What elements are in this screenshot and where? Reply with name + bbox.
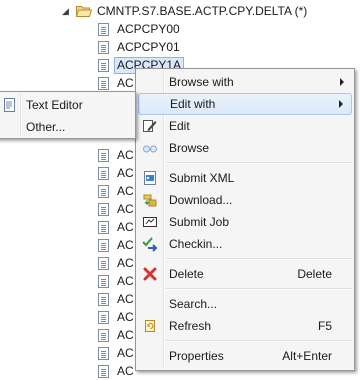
tree-item-label[interactable]: AC <box>117 292 134 306</box>
menu-item-label: Checkin... <box>169 237 223 251</box>
menu-item-label: Delete <box>169 267 204 281</box>
menu-separator <box>166 340 352 342</box>
tree-item[interactable]: ACPCPY00 <box>98 20 180 38</box>
menu-item-submit-xml[interactable]: Submit XML <box>138 167 352 189</box>
document-icon <box>98 148 109 162</box>
tree-item[interactable]: AC <box>98 362 134 380</box>
submit-job-icon <box>142 214 158 230</box>
context-menu: Browse with Edit with Edit Browse Submit… <box>135 68 355 371</box>
document-icon <box>98 292 109 306</box>
tree-item[interactable]: AC <box>98 344 134 362</box>
menu-item-label: Submit XML <box>169 171 235 185</box>
tree-item-label[interactable]: AC <box>117 346 134 360</box>
menu-item-label: Edit with <box>170 97 216 111</box>
tree-item-label[interactable]: AC <box>117 274 134 288</box>
menu-separator <box>166 288 352 290</box>
tree-item[interactable]: AC <box>98 290 134 308</box>
menu-item-label: Properties <box>169 349 224 363</box>
menu-item-browse-with[interactable]: Browse with <box>138 71 352 93</box>
document-icon <box>98 238 109 252</box>
submit-xml-icon <box>142 170 158 186</box>
tree-item-label[interactable]: AC <box>117 76 134 90</box>
document-icon <box>98 76 109 90</box>
tree-item[interactable]: AC <box>98 74 134 92</box>
tree-item-label[interactable]: AC <box>117 148 134 162</box>
menu-item-label: Browse with <box>169 75 234 89</box>
menu-item-checkin[interactable]: Checkin... <box>138 233 352 255</box>
checkin-icon <box>142 236 158 252</box>
document-icon <box>98 184 109 198</box>
tree-item[interactable]: AC <box>98 200 134 218</box>
submenu-arrow-icon <box>339 100 343 108</box>
tree-folder-label[interactable]: CMNTP.S7.BASE.ACTP.CPY.DELTA (*) <box>97 4 307 18</box>
edit-with-submenu: Text Editor Other... <box>0 91 136 139</box>
menu-item-label: Other... <box>26 120 66 134</box>
menu-item-submit-job[interactable]: Submit Job <box>138 211 352 233</box>
tree-item-label[interactable]: AC <box>117 184 134 198</box>
menu-item-download[interactable]: Download... <box>138 189 352 211</box>
menu-item-shortcut: Alt+Enter <box>282 349 332 363</box>
document-icon <box>98 166 109 180</box>
document-icon <box>98 22 109 36</box>
browse-glasses-icon <box>142 140 158 156</box>
menu-item-refresh[interactable]: Refresh F5 <box>138 315 352 337</box>
document-icon <box>98 328 109 342</box>
document-icon <box>98 310 109 324</box>
document-icon <box>98 40 109 54</box>
tree-item[interactable]: AC <box>98 164 134 182</box>
menu-item-label: Browse <box>169 141 210 155</box>
menu-item-label: Text Editor <box>26 98 83 112</box>
refresh-icon <box>142 318 158 334</box>
menu-item-shortcut: Delete <box>297 267 332 281</box>
menu-item-delete[interactable]: Delete Delete <box>138 263 352 285</box>
submenu-arrow-icon <box>340 78 344 86</box>
menu-separator <box>166 162 352 164</box>
tree-item-label[interactable]: AC <box>117 220 134 234</box>
text-editor-icon <box>1 97 17 113</box>
tree-item-label[interactable]: AC <box>117 238 134 252</box>
tree-item-label[interactable]: AC <box>117 328 134 342</box>
tree-folder-row[interactable]: ◢ CMNTP.S7.BASE.ACTP.CPY.DELTA (*) <box>62 2 307 20</box>
menu-item-shortcut: F5 <box>317 319 332 333</box>
menu-item-browse[interactable]: Browse <box>138 137 352 159</box>
tree-item-label[interactable]: AC <box>117 310 134 324</box>
menu-item-label: Edit <box>169 119 190 133</box>
tree-item[interactable]: AC <box>98 326 134 344</box>
tree-item[interactable]: AC <box>98 146 134 164</box>
menu-item-edit[interactable]: Edit <box>138 115 352 137</box>
menu-item-label: Search... <box>169 297 218 311</box>
document-icon <box>98 220 109 234</box>
menu-item-text-editor[interactable]: Text Editor <box>0 94 133 116</box>
menu-separator <box>166 258 352 260</box>
tree-item-label[interactable]: AC <box>117 256 134 270</box>
menu-item-edit-with[interactable]: Edit with <box>138 93 352 115</box>
edit-pencil-icon <box>142 118 158 134</box>
menu-item-label: Submit Job <box>169 215 230 229</box>
delete-x-icon <box>142 266 158 282</box>
menu-item-label: Download... <box>169 193 233 207</box>
tree-item[interactable]: AC <box>98 236 134 254</box>
tree-item[interactable]: AC <box>98 218 134 236</box>
menu-item-other[interactable]: Other... <box>0 116 133 138</box>
document-icon <box>98 346 109 360</box>
document-icon <box>98 274 109 288</box>
tree-item[interactable]: AC <box>98 182 134 200</box>
tree-item-label[interactable]: AC <box>117 166 134 180</box>
tree-item-label[interactable]: ACPCPY00 <box>117 22 180 36</box>
download-icon <box>142 192 158 208</box>
tree-item[interactable]: ACPCPY01 <box>98 38 180 56</box>
document-icon <box>98 58 109 72</box>
tree-item[interactable]: AC <box>98 308 134 326</box>
menu-item-label: Refresh <box>169 319 212 333</box>
menu-item-properties[interactable]: Properties Alt+Enter <box>138 345 352 367</box>
open-folder-icon <box>75 5 93 17</box>
tree-item[interactable]: AC <box>98 272 134 290</box>
expanded-triangle-icon[interactable]: ◢ <box>62 6 72 16</box>
document-icon <box>98 256 109 270</box>
tree-item-label[interactable]: AC <box>117 202 134 216</box>
tree-item-label[interactable]: ACPCPY01 <box>117 40 180 54</box>
menu-item-search[interactable]: Search... <box>138 293 352 315</box>
document-icon <box>98 202 109 216</box>
tree-item[interactable]: AC <box>98 254 134 272</box>
